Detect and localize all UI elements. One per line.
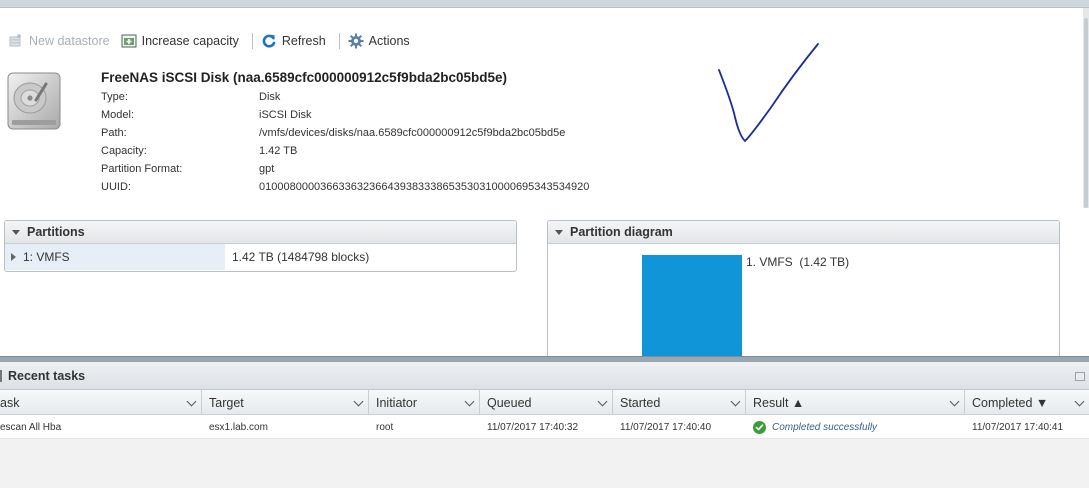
checkmark-annotation [710,38,830,148]
disk-title: FreeNAS iSCSI Disk (naa.6589cfc000000912… [101,70,507,85]
partition-row[interactable]: 1: VMFS 1.42 TB (1484798 blocks) [5,244,516,270]
column-label: Initiator [376,395,417,410]
result-text: Completed successfully [772,421,878,433]
collapse-triangle-icon[interactable] [12,229,20,235]
chevron-down-icon[interactable] [353,396,364,407]
prop-label-model: Model: [101,109,135,121]
prop-value-type: Disk [259,91,281,103]
chevron-down-icon[interactable] [1074,396,1085,407]
recent-tasks-header: Recent tasks [0,362,1089,390]
column-header-target[interactable]: Target [202,390,369,415]
column-label: ask [0,395,20,410]
new-datastore-button[interactable]: New datastore [8,30,115,52]
refresh-label: Refresh [281,34,326,48]
partition-diagram-panel: Partition diagram 1. VMFS (1.42 TB) [547,220,1060,360]
recent-tasks-table: ask Target Initiator Queued Started Resu… [0,390,1089,488]
hard-disk-icon [6,70,62,132]
column-label: Result ▲ [753,395,805,410]
partition-size: 1.42 TB (1484798 blocks) [232,250,370,264]
partition-diagram-label: 1. VMFS (1.42 TB) [746,255,850,269]
actions-label: Actions [368,34,410,48]
recent-tasks-title: Recent tasks [8,368,86,383]
column-label: Completed ▼ [972,395,1049,410]
prop-label-uuid: UUID: [101,181,131,193]
chevron-down-icon[interactable] [730,396,741,407]
partition-diagram-title: Partition diagram [570,225,673,239]
partitions-header[interactable]: Partitions [5,221,516,244]
table-header: ask Target Initiator Queued Started Resu… [0,390,1089,415]
window-top-strip [0,0,1089,8]
prop-value-capacity: 1.42 TB [259,145,298,157]
cell-task: escan All Hba [0,421,62,433]
chevron-down-icon[interactable] [597,396,608,407]
chevron-down-icon[interactable] [186,396,197,407]
gear-icon [348,33,364,49]
datastore-add-icon [8,33,24,49]
collapse-triangle-icon[interactable] [555,229,563,235]
cell-started: 11/07/2017 17:40:40 [620,421,712,433]
table-row[interactable]: escan All Hba esx1.lab.com root 11/07/20… [0,415,1089,439]
panel-edge-marker [0,370,2,382]
partition-name: 1: VMFS [23,250,70,264]
prop-label-partition-format: Partition Format: [101,163,183,175]
column-label: Started [620,395,661,410]
column-label: Target [209,395,244,410]
toolbar-separator [338,33,340,49]
chevron-down-icon[interactable] [464,396,475,407]
increase-capacity-icon [121,33,137,49]
new-datastore-label: New datastore [29,34,110,48]
increase-capacity-label: Increase capacity [141,34,239,48]
prop-value-model: iSCSI Disk [259,109,312,121]
column-header-started[interactable]: Started [613,390,746,415]
expand-triangle-icon[interactable] [11,253,16,261]
column-header-task[interactable]: ask [0,390,202,415]
prop-label-path: Path: [101,127,127,139]
toolbar: New datastore Increase capacity Refresh … [8,30,415,52]
cell-target[interactable]: esx1.lab.com [202,415,268,439]
minimize-icon[interactable] [1075,372,1085,381]
column-header-completed[interactable]: Completed ▼ [965,390,1089,415]
toolbar-separator [251,33,253,49]
partition-diagram-bar [642,255,742,360]
prop-label-type: Type: [101,91,128,103]
scrollbar-thumb[interactable] [1084,18,1088,208]
partition-name-cell: 1: VMFS [5,244,225,270]
chevron-down-icon[interactable] [949,396,960,407]
partitions-title: Partitions [27,225,85,239]
partitions-panel: Partitions 1: VMFS 1.42 TB (1484798 bloc… [4,220,517,272]
cell-completed: 11/07/2017 17:40:41 [972,421,1064,433]
column-header-queued[interactable]: Queued [480,390,613,415]
partition-diagram-header[interactable]: Partition diagram [548,221,1059,244]
vertical-scrollbar[interactable] [1083,8,1089,208]
column-header-result[interactable]: Result ▲ [746,390,965,415]
actions-button[interactable]: Actions [348,30,415,52]
increase-capacity-button[interactable]: Increase capacity [121,30,244,52]
prop-label-capacity: Capacity: [101,145,147,157]
check-circle-icon [753,420,766,434]
cell-queued: 11/07/2017 17:40:32 [487,421,579,433]
refresh-icon [261,33,277,49]
prop-value-uuid: 0100080000366336323664393833386535303100… [259,181,590,193]
refresh-button[interactable]: Refresh [261,30,331,52]
prop-value-path: /vmfs/devices/disks/naa.6589cfc000000912… [259,127,566,139]
column-header-initiator[interactable]: Initiator [369,390,480,415]
column-label: Queued [487,395,532,410]
prop-value-partition-format: gpt [259,163,275,175]
cell-result: Completed successfully [746,415,877,439]
cell-initiator: root [376,421,394,433]
